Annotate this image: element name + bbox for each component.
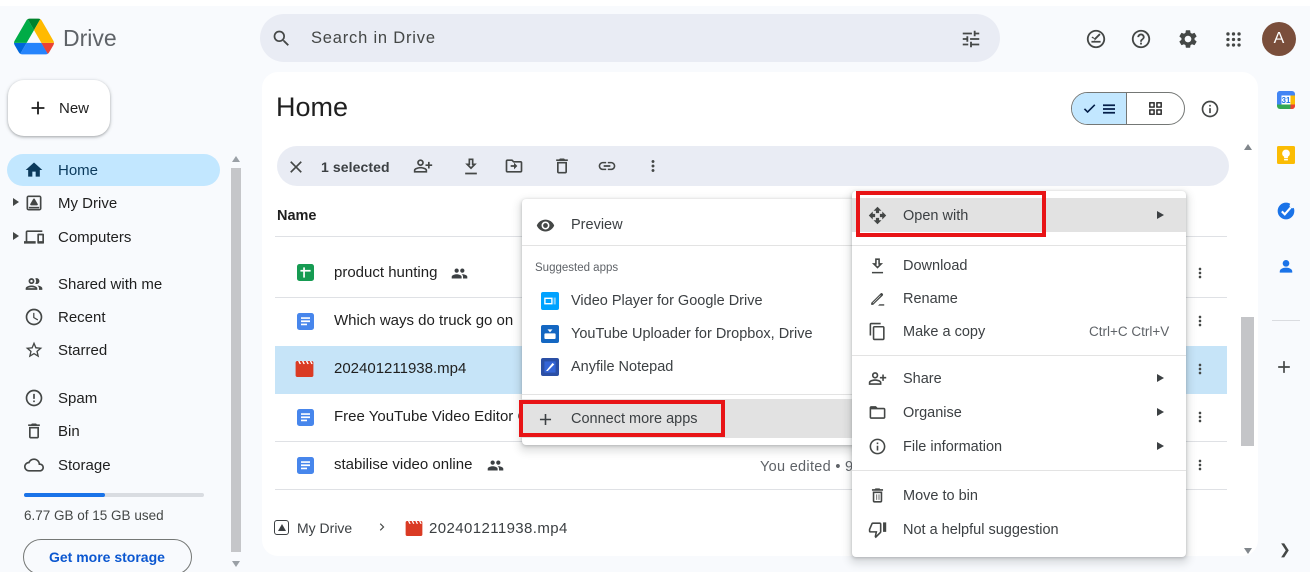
svg-text:31: 31 — [1282, 96, 1291, 105]
